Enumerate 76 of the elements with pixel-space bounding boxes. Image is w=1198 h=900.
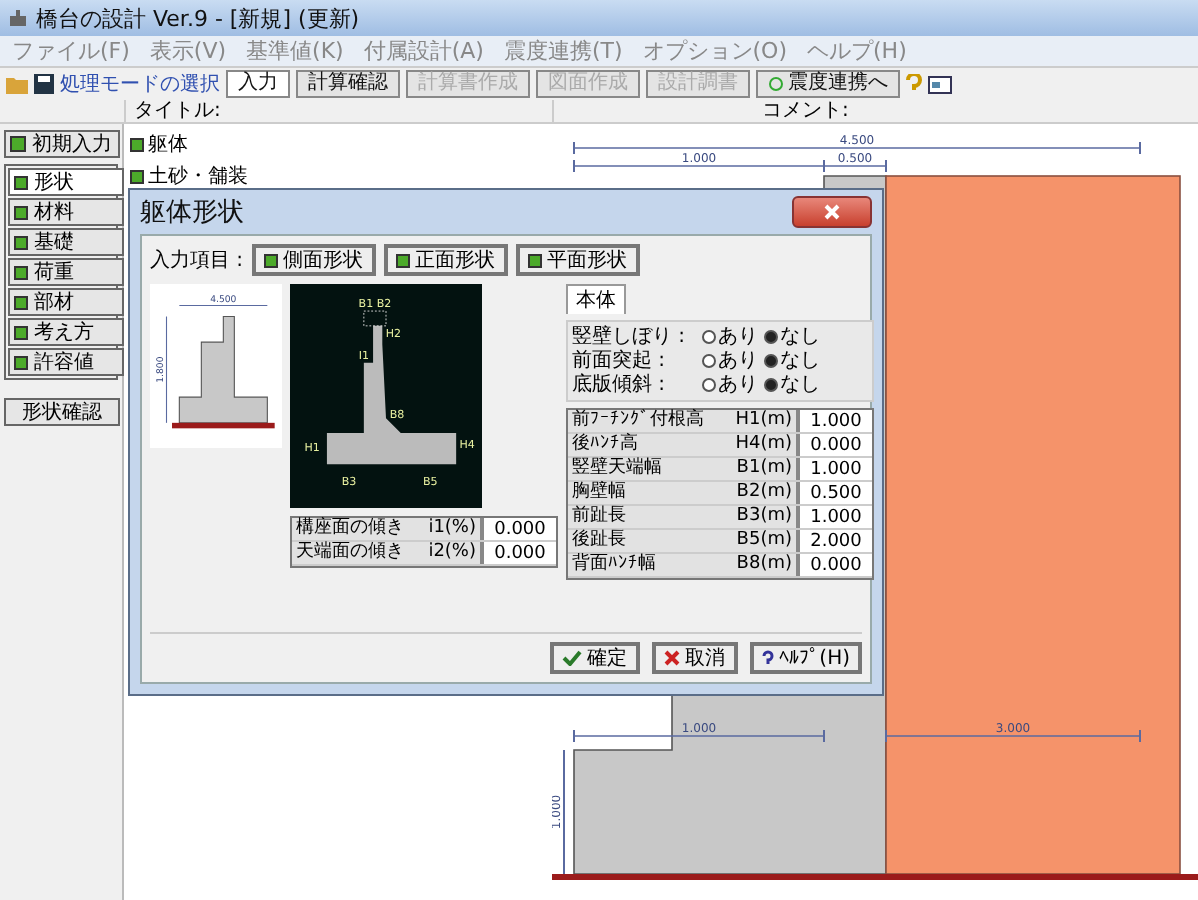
status-icon [130, 137, 144, 151]
shape-confirm-button[interactable]: 形状確認 [4, 398, 120, 426]
value-field[interactable]: 0.000 [800, 434, 872, 456]
radio-button[interactable]: なし [764, 350, 820, 372]
field-label: 後趾長 B5(m) [568, 530, 800, 552]
close-icon [824, 204, 840, 220]
mode-label: 処理モードの選択 [60, 72, 220, 98]
shape-tab-button[interactable]: 平面形状 [515, 244, 640, 276]
radio-button[interactable]: なし [764, 326, 820, 348]
field-label: 前趾長 B3(m) [568, 506, 800, 528]
checkbox[interactable] [10, 136, 26, 152]
sidebar-item[interactable]: 基礎 [8, 228, 124, 256]
check-icon [561, 650, 582, 666]
value-field[interactable]: 0.000 [800, 554, 872, 576]
status-icon [14, 235, 28, 249]
radio-button[interactable]: あり [702, 374, 758, 396]
save-icon[interactable] [34, 74, 54, 94]
value-field[interactable]: 1.000 [800, 506, 872, 528]
field-label: 後ﾊﾝﾁ高 H4(m) [568, 434, 800, 456]
option-label: 竪壁しぼり : [572, 326, 688, 348]
field-label: 背面ﾊﾝﾁ幅 B8(m) [568, 554, 800, 576]
status-icon [130, 169, 144, 183]
link-button[interactable]: 震度連携へ [756, 70, 900, 98]
status-icon [395, 253, 410, 267]
radio-button[interactable]: あり [702, 350, 758, 372]
card-icon[interactable] [928, 75, 952, 93]
status-icon [14, 175, 28, 189]
status-icon [14, 295, 28, 309]
mode-button[interactable]: 入力 [226, 70, 290, 98]
body-tab[interactable]: 本体 [566, 284, 626, 314]
field-label: 前ﾌｰﾁﾝｸﾞ付根高 H1(m) [568, 410, 800, 432]
value-field[interactable]: 1.000 [800, 458, 872, 480]
value-field[interactable]: 0.000 [484, 542, 556, 564]
field-label: 天端面の傾き i2(%) [292, 542, 484, 564]
value-field[interactable]: 2.000 [800, 530, 872, 552]
option-label: 底版傾斜 : [572, 374, 668, 396]
help-icon [761, 649, 774, 667]
sidebar-item[interactable]: 形状 [8, 168, 124, 196]
status-icon [263, 253, 278, 267]
window-title: 橋台の設計 Ver.9 - [新規] (更新) [36, 3, 360, 33]
initial-input-button[interactable]: 初期入力 [4, 130, 120, 158]
status-icon [527, 253, 542, 267]
shape-tab-button[interactable]: 正面形状 [383, 244, 508, 276]
input-items-label: 入力項目 : [150, 247, 244, 274]
radio-button[interactable]: なし [764, 374, 820, 396]
close-button[interactable] [792, 196, 872, 228]
field-label: 構座面の傾き i1(%) [292, 518, 484, 540]
status-icon [14, 325, 28, 339]
value-field[interactable]: 0.500 [800, 482, 872, 504]
mode-button[interactable]: 計算確認 [296, 70, 400, 98]
tree-item[interactable]: 躯体 [130, 130, 546, 158]
sidebar-item[interactable]: 材料 [8, 198, 124, 226]
dialog-button[interactable]: 確定 [549, 642, 640, 674]
tree-item[interactable]: 土砂・舗装 [130, 162, 546, 190]
dialog-button[interactable]: ﾍﾙﾌﾟ(H) [749, 642, 862, 674]
sidebar-item[interactable]: 部材 [8, 288, 124, 316]
sidebar-item[interactable]: 考え方 [8, 318, 124, 346]
title-label: タイトル: [134, 100, 221, 122]
sidebar-item[interactable]: 許容値 [8, 348, 124, 376]
radio-button[interactable]: あり [702, 326, 758, 348]
field-label: 竪壁天端幅 B1(m) [568, 458, 800, 480]
shape-tab-button[interactable]: 側面形状 [251, 244, 376, 276]
sidebar-item[interactable]: 荷重 [8, 258, 124, 286]
value-field[interactable]: 0.000 [484, 518, 556, 540]
value-field[interactable]: 1.000 [800, 410, 872, 432]
comment-label: コメント: [762, 100, 849, 122]
option-label: 前面突起 : [572, 350, 668, 372]
cancel-icon [663, 650, 680, 666]
app-icon [8, 8, 28, 28]
status-icon [14, 355, 28, 369]
status-icon [14, 265, 28, 279]
dialog-title: 躯体形状 [140, 196, 244, 230]
status-icon [14, 205, 28, 219]
dialog-button[interactable]: 取消 [651, 642, 738, 674]
refresh-icon [768, 76, 784, 92]
field-label: 胸壁幅 B2(m) [568, 482, 800, 504]
